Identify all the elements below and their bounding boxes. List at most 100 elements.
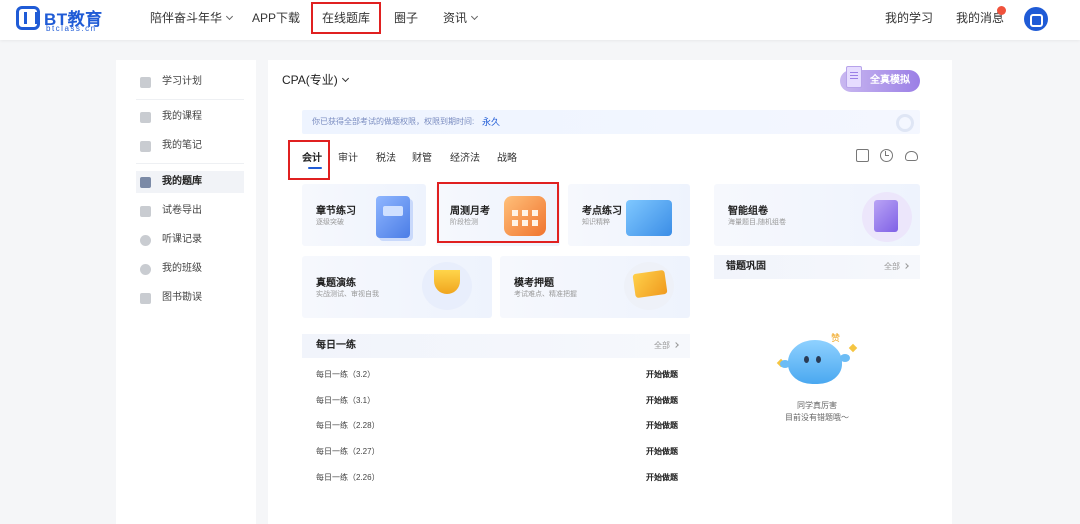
question-bank-icon	[140, 177, 151, 188]
message-badge	[997, 6, 1006, 15]
sidebar-item-book-errata[interactable]: 图书勘误	[136, 287, 244, 309]
bt-logo-icon	[16, 6, 40, 30]
start-practice-button[interactable]: 开始做题	[646, 392, 678, 410]
calendar-icon	[140, 77, 151, 88]
highlight-box	[288, 140, 330, 180]
sidebar-item-my-class[interactable]: 我的班级	[136, 258, 244, 280]
tab-label: 税法	[376, 153, 396, 164]
sidebar: 学习计划 我的课程 我的笔记 我的题库 试卷导出 听课记录 我的班级 图书勘误	[116, 60, 256, 524]
my-study-label: 我的学习	[885, 11, 934, 25]
highlight-box	[437, 182, 559, 243]
card-subtitle: 知识精粹	[582, 219, 610, 226]
cloud-download-icon[interactable]	[905, 151, 918, 161]
sidebar-item-export-papers[interactable]: 试卷导出	[136, 200, 244, 222]
sidebar-item-label: 我的课程	[162, 111, 202, 122]
card-title: 真题演练	[316, 278, 356, 289]
card-title: 智能组卷	[728, 206, 768, 217]
daily-practice-all-link[interactable]: 全部	[654, 334, 679, 358]
sidebar-item-my-courses[interactable]: 我的课程	[136, 106, 244, 128]
list-item: 每日一练（2.27） 开始做题	[316, 443, 678, 461]
tab-audit[interactable]: 审计	[338, 149, 358, 164]
sidebar-item-label: 学习计划	[162, 76, 202, 87]
chevron-down-icon	[341, 74, 349, 83]
sidebar-item-label: 我的班级	[162, 263, 202, 274]
mascot-illustration	[780, 340, 842, 384]
list-item: 每日一练（3.2） 开始做题	[316, 366, 678, 384]
tab-financial-management[interactable]: 财管	[412, 149, 432, 164]
book-icon	[140, 293, 151, 304]
card-past-exams[interactable]: 真题演练 实战测试、审视自我	[302, 256, 492, 318]
flag-icon	[624, 262, 674, 310]
sidebar-item-label: 图书勘误	[162, 292, 202, 303]
nav-item-label: 陪伴奋斗年华	[150, 11, 223, 25]
empty-state-title: 同学真厉害	[797, 401, 837, 410]
main-panel: CPA(专业) 全真模拟 你已获得全部考试的做题权限，权限到期时间: 永久 会计…	[268, 60, 952, 524]
card-mock-prediction[interactable]: 模考押题 考试难点、精准把握	[500, 256, 690, 318]
history-clock-icon[interactable]	[880, 149, 893, 162]
daily-practice-title: 每日一练	[316, 340, 356, 351]
trophy-icon	[422, 262, 472, 310]
list-item: 每日一练（2.28） 开始做题	[316, 417, 678, 435]
sidebar-item-study-plan[interactable]: 学习计划	[136, 71, 244, 93]
divider	[136, 163, 244, 164]
tab-strategy[interactable]: 战略	[497, 149, 517, 164]
tab-label: 战略	[497, 153, 517, 164]
sidebar-item-lecture-history[interactable]: 听课记录	[136, 229, 244, 251]
card-subtitle: 考试难点、精准把握	[514, 291, 577, 298]
daily-practice-name: 每日一练（3.1）	[316, 396, 376, 405]
tab-economic-law[interactable]: 经济法	[450, 149, 480, 164]
notice-text: 你已获得全部考试的做题权限，权限到期时间:	[312, 117, 475, 126]
card-chapter-practice[interactable]: 章节练习 逐级突破	[302, 184, 426, 246]
daily-practice-name: 每日一练（3.2）	[316, 370, 376, 379]
chevron-down-icon	[470, 12, 479, 21]
notice-value: 永久	[482, 117, 501, 127]
empty-state-subtitle: 目前没有错题哦～	[785, 413, 849, 422]
tab-tax-law[interactable]: 税法	[376, 149, 396, 164]
sidebar-item-my-notes[interactable]: 我的笔记	[136, 135, 244, 157]
tab-label: 财管	[412, 153, 432, 164]
tab-label: 审计	[338, 153, 358, 164]
sidebar-item-label: 听课记录	[162, 234, 202, 245]
full-mock-exam-label: 全真模拟	[870, 75, 910, 86]
card-key-points-practice[interactable]: 考点练习 知识精粹	[568, 184, 690, 246]
daily-practice-header: 每日一练 全部	[302, 334, 690, 358]
start-practice-button[interactable]: 开始做题	[646, 443, 678, 461]
chevron-right-icon	[903, 263, 909, 269]
my-messages-link[interactable]: 我的消息	[956, 0, 1004, 36]
start-practice-button[interactable]: 开始做题	[646, 469, 678, 487]
nav-item-label: APP下载	[252, 11, 301, 25]
full-mock-exam-button[interactable]: 全真模拟	[840, 66, 920, 92]
chevron-right-icon	[673, 342, 679, 348]
book-icon	[376, 196, 410, 238]
card-subtitle: 逐级突破	[316, 219, 344, 226]
exam-selector-label: CPA(专业)	[282, 73, 338, 87]
sidebar-item-label: 试卷导出	[162, 205, 202, 216]
history-icon	[140, 235, 151, 246]
folder-icon[interactable]	[856, 149, 869, 162]
sparkle-icon	[848, 343, 858, 353]
nav-item-companion[interactable]: 陪伴奋斗年华	[150, 0, 234, 36]
play-icon	[140, 112, 151, 123]
wrong-questions-title: 错题巩固	[726, 261, 766, 272]
praise-badge: 赞	[831, 333, 841, 343]
highlight-box	[311, 2, 381, 34]
wrong-questions-all-link[interactable]: 全部	[884, 255, 909, 279]
all-link-label: 全部	[884, 262, 900, 271]
paper-icon	[862, 192, 912, 242]
nav-item-label: 圈子	[394, 11, 419, 25]
permission-notice: 你已获得全部考试的做题权限，权限到期时间: 永久	[302, 110, 920, 134]
sidebar-item-label: 我的笔记	[162, 140, 202, 151]
bt-logo[interactable]: BT教育 btclass.cn	[16, 5, 106, 33]
nav-item-app-download[interactable]: APP下载	[252, 0, 300, 36]
nav-item-news[interactable]: 资讯	[443, 0, 479, 36]
start-practice-button[interactable]: 开始做题	[646, 366, 678, 384]
card-smart-paper[interactable]: 智能组卷 海量题目,随机组卷	[714, 184, 920, 246]
nav-item-circle[interactable]: 圈子	[394, 0, 418, 36]
sidebar-item-my-question-bank[interactable]: 我的题库	[136, 171, 244, 193]
exam-selector[interactable]: CPA(专业)	[282, 71, 349, 88]
class-icon	[140, 264, 151, 275]
clock-icon	[896, 114, 914, 132]
start-practice-button[interactable]: 开始做题	[646, 417, 678, 435]
avatar[interactable]	[1024, 7, 1048, 31]
my-study-link[interactable]: 我的学习	[885, 0, 933, 36]
